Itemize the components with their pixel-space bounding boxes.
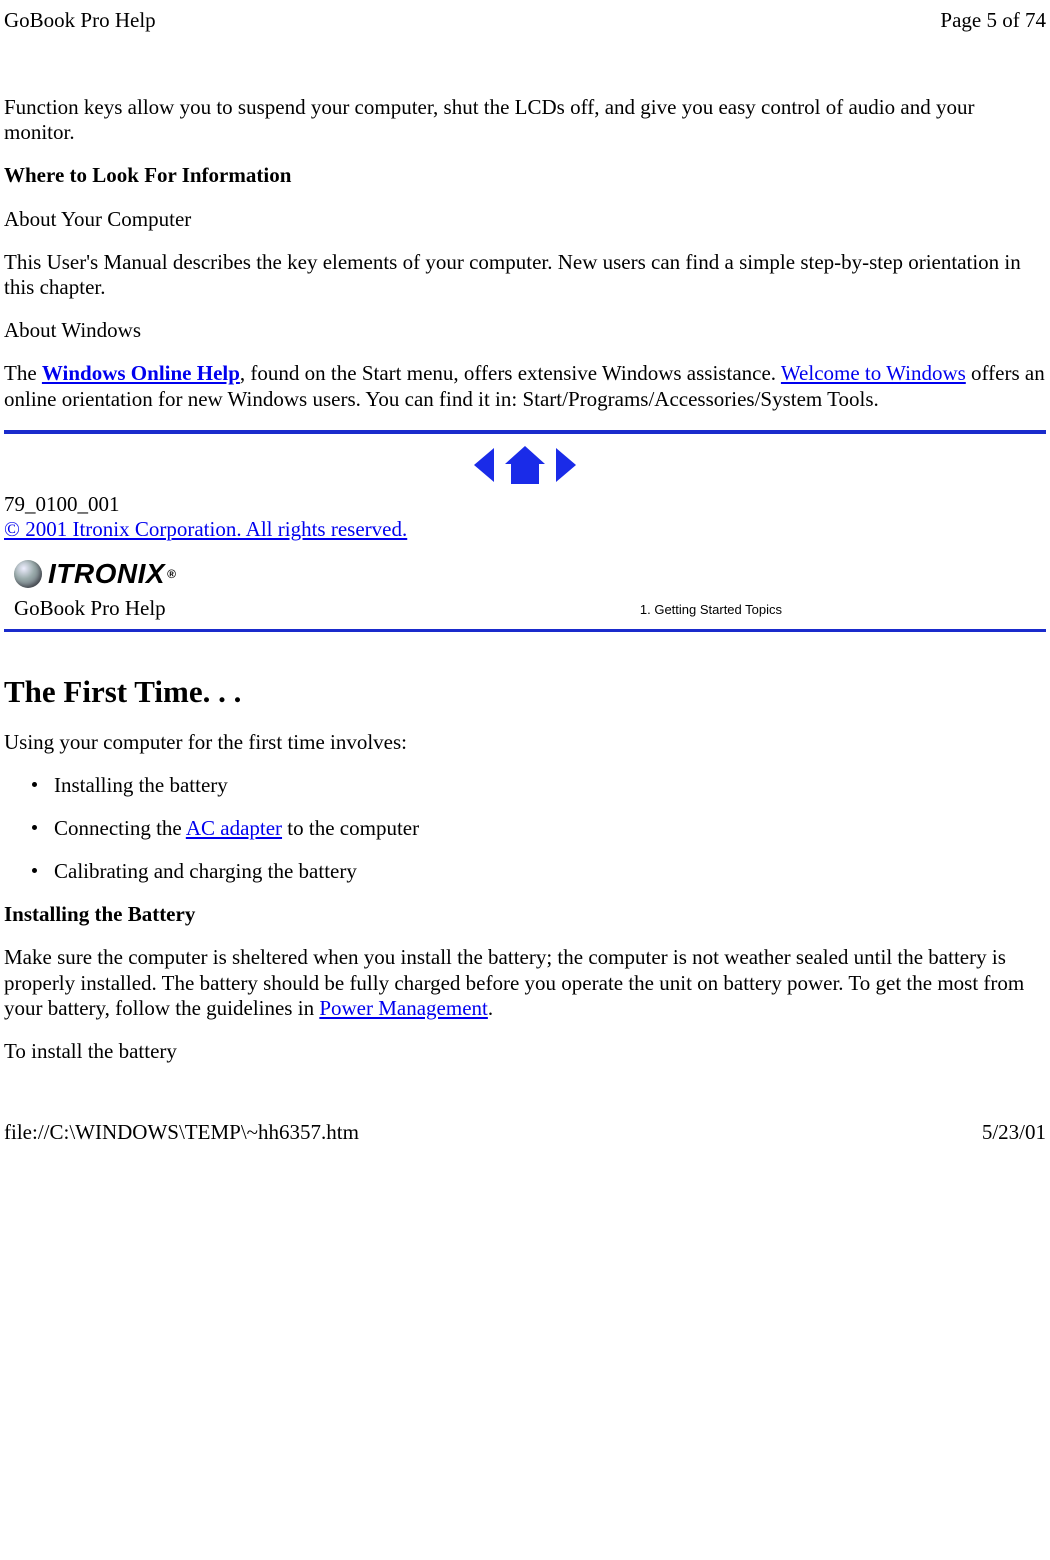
- about-windows-heading: About Windows: [4, 318, 1046, 343]
- to-install-text: To install the battery: [4, 1039, 1046, 1064]
- divider: [4, 629, 1046, 632]
- list-item: Connecting the AC adapter to the compute…: [54, 816, 1046, 841]
- text-fragment: to the computer: [282, 816, 419, 840]
- text-fragment: Connecting the: [54, 816, 186, 840]
- gobook-pro-help-label: GoBook Pro Help: [14, 596, 176, 621]
- copyright-link[interactable]: © 2001 Itronix Corporation. All rights r…: [4, 517, 407, 541]
- nav-home-icon[interactable]: [503, 444, 547, 486]
- doc-id: 79_0100_001: [4, 492, 1046, 517]
- list-item: Installing the battery: [54, 773, 1046, 798]
- about-windows-paragraph: The Windows Online Help, found on the St…: [4, 361, 1046, 411]
- windows-online-help-link[interactable]: Windows Online Help: [42, 361, 240, 385]
- intro-paragraph: Function keys allow you to suspend your …: [4, 95, 1046, 145]
- topics-label: 1. Getting Started Topics: [640, 602, 1042, 621]
- divider: [4, 430, 1046, 434]
- header-page-info: Page 5 of 74: [940, 8, 1046, 33]
- first-time-intro: Using your computer for the first time i…: [4, 730, 1046, 755]
- nav-next-icon[interactable]: [552, 444, 582, 486]
- first-time-heading: The First Time. . .: [4, 674, 1046, 710]
- welcome-to-windows-link[interactable]: Welcome to Windows: [781, 361, 966, 385]
- where-to-look-heading: Where to Look For Information: [4, 163, 1046, 188]
- registered-mark: ®: [167, 567, 176, 581]
- about-your-computer-heading: About Your Computer: [4, 207, 1046, 232]
- about-your-computer-paragraph: This User's Manual describes the key ele…: [4, 250, 1046, 300]
- footer-date: 5/23/01: [982, 1120, 1046, 1145]
- text-fragment: Make sure the computer is sheltered when…: [4, 945, 1024, 1019]
- installing-battery-heading: Installing the Battery: [4, 902, 1046, 927]
- globe-icon: [14, 560, 42, 588]
- nav-icons-row: [4, 444, 1046, 486]
- header-title: GoBook Pro Help: [4, 8, 156, 33]
- text-fragment: .: [488, 996, 493, 1020]
- nav-prev-icon[interactable]: [468, 444, 498, 486]
- power-management-link[interactable]: Power Management: [319, 996, 488, 1020]
- itronix-logo: ITRONIX®: [14, 558, 176, 590]
- list-item: Calibrating and charging the battery: [54, 859, 1046, 884]
- ac-adapter-link[interactable]: AC adapter: [186, 816, 282, 840]
- first-time-list: Installing the battery Connecting the AC…: [4, 773, 1046, 884]
- text-fragment: The: [4, 361, 42, 385]
- footer-path: file://C:\WINDOWS\TEMP\~hh6357.htm: [4, 1120, 359, 1145]
- text-fragment: , found on the Start menu, offers extens…: [240, 361, 781, 385]
- installing-battery-paragraph: Make sure the computer is sheltered when…: [4, 945, 1046, 1021]
- logo-text: ITRONIX: [48, 558, 165, 590]
